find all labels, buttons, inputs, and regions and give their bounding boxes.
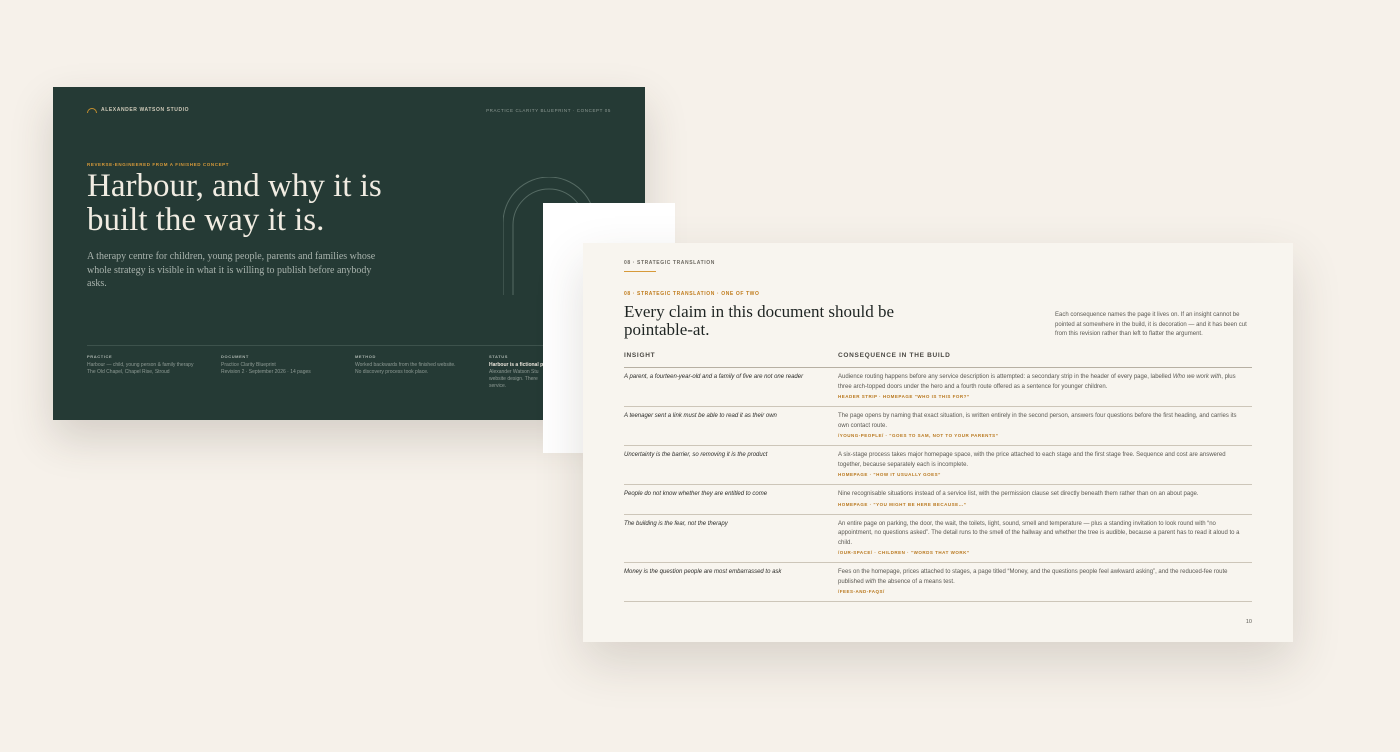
running-head-rule xyxy=(624,271,656,272)
cover-fact: METHOD Worked backwards from the finished… xyxy=(355,353,489,390)
table-row: People do not know whether they are enti… xyxy=(624,485,1252,515)
insight-cell: Money is the question people are most em… xyxy=(624,569,782,575)
consequence-cell: A six-stage process takes major homepage… xyxy=(838,451,1252,479)
section-title: Every claim in this document should be p… xyxy=(624,302,895,339)
insight-cell: The building is the fear, not the therap… xyxy=(624,520,728,527)
cover-fact-line: Practice Clarity Blueprint xyxy=(221,362,276,368)
insight-cell: A parent, a fourteen-year-old and a fami… xyxy=(624,374,804,380)
studio-name: ALEXANDER WATSON STUDIO xyxy=(101,107,190,113)
table-row: A teenager sent a link must be able to r… xyxy=(624,407,1252,446)
column-header-consequence: CONSEQUENCE IN THE BUILD xyxy=(838,352,951,359)
cover-title: Harbour, and why it is built the way it … xyxy=(87,168,382,238)
consequence-cell: The page opens by naming that exact situ… xyxy=(838,412,1252,440)
consequence-cell: Audience routing happens before any serv… xyxy=(838,373,1252,401)
cover-fact-line: Worked backwards from the finished websi… xyxy=(355,362,456,368)
cover-fact-label: METHOD xyxy=(355,354,376,359)
cover-fact-label: PRACTICE xyxy=(87,354,113,359)
page-number: 10 xyxy=(1245,619,1252,625)
table-row: Uncertainty is the barrier, so removing … xyxy=(624,446,1252,485)
section-aside: Each consequence names the page it lives… xyxy=(1055,312,1247,337)
consequence-text: An entire page on parking, the door, the… xyxy=(838,520,1246,549)
running-head: 08 · STRATEGIC TRANSLATION xyxy=(624,260,715,266)
interior-page: 08 · STRATEGIC TRANSLATION 08 · STRATEGI… xyxy=(583,243,1293,642)
page-reference: /YOUNG-PEOPLE/ · “GOES TO SAM, NOT TO YO… xyxy=(838,433,999,438)
consequence-fragment: An entire page on parking, the door, the… xyxy=(838,520,1240,546)
consequence-text: Nine recognisable situations instead of … xyxy=(838,490,1246,500)
consequence-text: Audience routing happens before any serv… xyxy=(838,373,1246,392)
cover-fact: DOCUMENT Practice Clarity Blueprint Revisi… xyxy=(221,353,355,390)
consequence-text: Fees on the homepage, prices attached to… xyxy=(838,568,1246,587)
arch-logo-icon xyxy=(87,107,97,113)
consequence-cell: Fees on the homepage, prices attached to… xyxy=(838,568,1252,596)
cover-fact-line: The Old Chapel, Chapel Rise, Stroud xyxy=(87,369,170,375)
consequence-fragment: Who we work with xyxy=(1172,374,1222,380)
consequence-cell: Nine recognisable situations instead of … xyxy=(838,490,1252,509)
cover-fact-line: No discovery process took place. xyxy=(355,369,429,375)
insight-cell: A teenager sent a link must be able to r… xyxy=(624,413,777,419)
studio-brand: ALEXANDER WATSON STUDIO xyxy=(87,107,189,113)
column-header-insight: INSIGHT xyxy=(624,352,656,359)
consequence-fragment: Nine recognisable situations instead of … xyxy=(838,491,1199,497)
translation-table: A parent, a fourteen-year-old and a fami… xyxy=(624,368,1252,602)
page-reference: HOMEPAGE · “YOU MIGHT BE HERE BECAUSE…” xyxy=(838,501,967,507)
consequence-fragment: A six-stage process takes major homepage… xyxy=(838,452,1226,468)
table-row: Money is the question people are most em… xyxy=(624,563,1252,602)
document-tag: PRACTICE CLARITY BLUEPRINT · CONCEPT 05 xyxy=(486,108,611,113)
cover-fact-lead: Harbour is a fictional p xyxy=(489,362,544,368)
page-reference: HOMEPAGE · “HOW IT USUALLY GOES” xyxy=(838,472,941,477)
cover-fact-line: Revision 2 · September 2026 · 14 pages xyxy=(221,369,311,375)
consequence-fragment: with xyxy=(865,578,877,585)
consequence-text: The page opens by naming that exact situ… xyxy=(838,412,1246,431)
insight-cell: Uncertainty is the barrier, so removing … xyxy=(624,452,768,458)
page-reference: HEADER STRIP · HOMEPAGE “WHO IS THIS FOR… xyxy=(838,394,970,399)
section-eyebrow: 08 · STRATEGIC TRANSLATION · ONE OF TWO xyxy=(624,291,760,297)
table-row: A parent, a fourteen-year-old and a fami… xyxy=(624,368,1252,407)
consequence-fragment: Audience routing happens before any serv… xyxy=(838,374,1173,380)
page-reference: /FEES-AND-FAQS/ xyxy=(838,589,885,594)
page-reference: /OUR-SPACE/ · CHILDREN · “WORDS THAT WOR… xyxy=(838,550,970,555)
cover-eyebrow: REVERSE-ENGINEERED FROM A FINISHED CONCE… xyxy=(87,162,230,167)
cover-lede: A therapy centre for children, young peo… xyxy=(87,251,376,289)
consequence-fragment: the absence of a means test. xyxy=(876,578,955,585)
consequence-text: A six-stage process takes major homepage… xyxy=(838,451,1246,470)
insight-cell: People do not know whether they are enti… xyxy=(624,491,768,497)
cover-fact: PRACTICE Harbour — child, young person & … xyxy=(87,353,221,390)
consequence-cell: An entire page on parking, the door, the… xyxy=(838,520,1252,558)
table-row: The building is the fear, not the therap… xyxy=(624,515,1252,563)
cover-fact-line: Harbour — child, young person & family t… xyxy=(87,362,194,368)
cover-fact-label: DOCUMENT xyxy=(221,354,249,359)
consequence-fragment: The page opens by naming that exact situ… xyxy=(838,413,1237,429)
